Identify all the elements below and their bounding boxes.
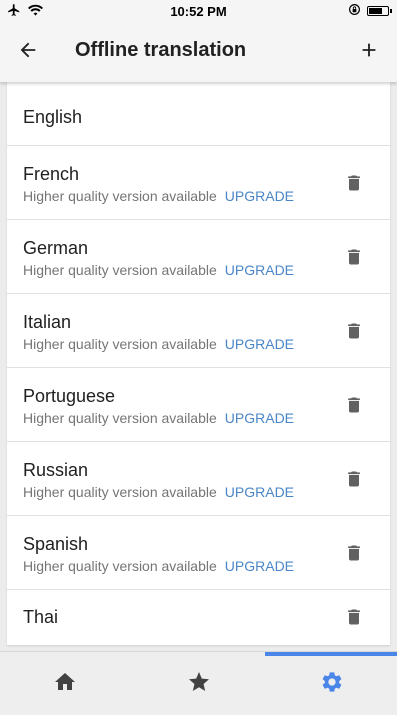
language-subtitle: Higher quality version available UPGRADE [23, 558, 294, 574]
status-right [348, 3, 392, 19]
nav-settings[interactable] [318, 670, 346, 698]
upgrade-button[interactable]: UPGRADE [225, 410, 294, 426]
upgrade-button[interactable]: UPGRADE [225, 336, 294, 352]
delete-button[interactable] [344, 246, 364, 268]
trash-icon [344, 397, 364, 420]
page-title: Offline translation [75, 39, 247, 61]
language-name: French [23, 164, 80, 184]
language-name: Portuguese [23, 386, 116, 406]
language-subtitle: Higher quality version available UPGRADE [23, 262, 294, 278]
language-row-french[interactable]: French Higher quality version available U… [7, 146, 390, 220]
language-row-spanish[interactable]: Spanish Higher quality version available… [7, 516, 390, 590]
app-bar: Offline translation [0, 22, 397, 82]
orientation-lock-icon [348, 3, 361, 19]
nav-favorites[interactable] [185, 670, 213, 698]
language-name: German [23, 238, 89, 258]
gear-icon [320, 670, 344, 699]
language-subtitle: Higher quality version available UPGRADE [23, 188, 294, 204]
upgrade-button[interactable]: UPGRADE [225, 558, 294, 574]
selected-tab-indicator [265, 652, 397, 656]
trash-icon [344, 175, 364, 198]
delete-button[interactable] [344, 172, 364, 194]
trash-icon [344, 471, 364, 494]
upgrade-button[interactable]: UPGRADE [225, 188, 294, 204]
language-row-thai[interactable]: Thai [7, 590, 390, 645]
language-subtitle: Higher quality version available UPGRADE [23, 336, 294, 352]
subtitle-text: Higher quality version available [23, 336, 217, 352]
trash-icon [344, 323, 364, 346]
back-button[interactable] [14, 38, 42, 66]
home-icon [53, 670, 77, 699]
language-subtitle: Higher quality version available UPGRADE [23, 484, 294, 500]
subtitle-text: Higher quality version available [23, 484, 217, 500]
trash-icon [344, 249, 364, 272]
subtitle-text: Higher quality version available [23, 410, 217, 426]
language-name: English [23, 107, 83, 127]
subtitle-text: Higher quality version available [23, 188, 217, 204]
status-time: 10:52 PM [170, 4, 227, 19]
status-bar: 10:52 PM [0, 0, 397, 22]
language-row-portuguese[interactable]: Portuguese Higher quality version availa… [7, 368, 390, 442]
add-language-button[interactable] [355, 38, 383, 66]
language-subtitle: Higher quality version available UPGRADE [23, 410, 294, 426]
delete-button[interactable] [344, 606, 364, 628]
upgrade-button[interactable]: UPGRADE [225, 484, 294, 500]
language-row-english[interactable]: English [7, 82, 390, 146]
plus-icon [358, 39, 380, 66]
language-list: English French Higher quality version av… [7, 82, 390, 645]
language-row-italian[interactable]: Italian Higher quality version available… [7, 294, 390, 368]
trash-icon [344, 609, 364, 632]
bottom-nav [0, 651, 397, 715]
language-name: Thai [23, 607, 59, 627]
language-name: Russian [23, 460, 89, 480]
arrow-left-icon [17, 39, 39, 66]
delete-button[interactable] [344, 542, 364, 564]
language-name: Spanish [23, 534, 89, 554]
upgrade-button[interactable]: UPGRADE [225, 262, 294, 278]
delete-button[interactable] [344, 394, 364, 416]
language-row-german[interactable]: German Higher quality version available U… [7, 220, 390, 294]
battery-icon [367, 6, 392, 16]
star-icon [187, 670, 211, 699]
language-row-russian[interactable]: Russian Higher quality version available… [7, 442, 390, 516]
delete-button[interactable] [344, 320, 364, 342]
subtitle-text: Higher quality version available [23, 262, 217, 278]
subtitle-text: Higher quality version available [23, 558, 217, 574]
nav-home[interactable] [51, 670, 79, 698]
language-name: Italian [23, 312, 72, 332]
trash-icon [344, 545, 364, 568]
delete-button[interactable] [344, 468, 364, 490]
